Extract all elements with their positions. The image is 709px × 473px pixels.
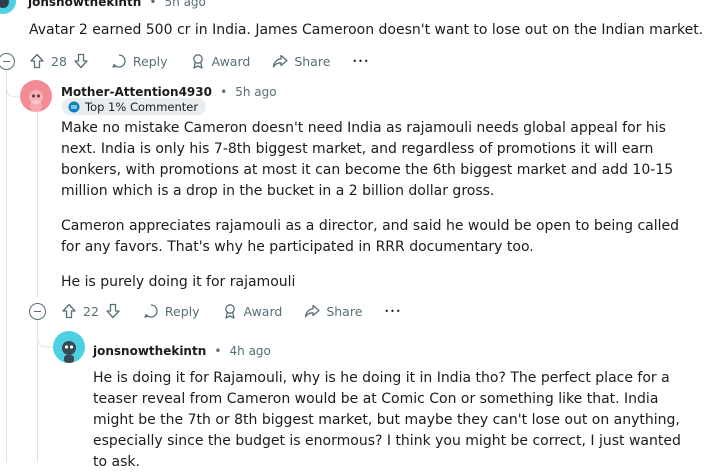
award-button[interactable]: Award (222, 303, 283, 319)
comment-author[interactable]: jonsnowthekintn (28, 0, 141, 9)
comment-time[interactable]: 5h ago (165, 0, 206, 9)
comment-body: Avatar 2 earned 500 cr in India. James C… (29, 22, 704, 38)
more-options-icon: ••• (352, 56, 370, 66)
comment-paragraph: He is purely doing it for rajamouli (61, 274, 296, 290)
avatar[interactable] (53, 331, 85, 363)
comment-author[interactable]: Mother-Attention4930 (61, 85, 212, 99)
share-label: Share (294, 53, 331, 69)
separator-dot: • (214, 344, 222, 358)
upvote-icon[interactable] (61, 303, 77, 319)
comment-author[interactable]: jonsnowthekintn (93, 344, 206, 358)
vote-group: 22 (61, 303, 121, 319)
thread-line-main (6, 70, 7, 462)
more-options-button[interactable]: ••• (384, 307, 401, 316)
collapse-thread-button[interactable] (0, 53, 15, 70)
award-icon (192, 54, 203, 69)
comment-actions-cut-off (60, 458, 260, 462)
avatar[interactable] (0, 0, 16, 14)
award-label: Award (211, 53, 251, 69)
comment-paragraph: Cameron appreciates rajamouli as a direc… (61, 218, 680, 255)
award-button[interactable]: Award (190, 53, 251, 69)
share-icon (273, 54, 288, 68)
thread-line-reply (37, 112, 38, 298)
reply-button[interactable]: Reply (111, 53, 168, 69)
top-commenter-badge[interactable]: Top 1% Commenter (62, 98, 207, 115)
comment-paragraph: Make no mistake Cameron doesn't need Ind… (61, 120, 674, 199)
comment-time[interactable]: 5h ago (235, 85, 276, 99)
comment-time[interactable]: 4h ago (230, 344, 271, 358)
comment-actions: 22 Reply Award Share ••• (61, 299, 424, 323)
share-button[interactable]: Share (272, 53, 330, 69)
comment-bubble-icon (144, 304, 158, 318)
reply-label: Reply (132, 53, 168, 69)
more-options-icon: ••• (384, 306, 402, 316)
separator-dot: • (149, 0, 157, 9)
share-icon (305, 304, 320, 318)
share-button[interactable]: Share (304, 303, 362, 319)
reply-button[interactable]: Reply (143, 303, 200, 319)
vote-count: 22 (83, 303, 99, 319)
vote-group: 28 (29, 53, 89, 69)
share-label: Share (326, 303, 363, 319)
downvote-icon[interactable] (73, 53, 89, 69)
reply-label: Reply (164, 303, 200, 319)
separator-dot: • (220, 85, 228, 99)
comment-bubble-icon (112, 54, 126, 68)
vote-count: 28 (51, 53, 67, 69)
award-label: Award (243, 303, 283, 319)
collapse-thread-button[interactable] (29, 303, 46, 320)
upvote-icon[interactable] (29, 53, 45, 69)
more-options-button[interactable]: ••• (352, 57, 369, 66)
contributor-badge-icon (68, 101, 80, 112)
comment-body: Make no mistake Cameron doesn't need Ind… (61, 118, 701, 307)
award-icon (224, 304, 235, 319)
comment-actions: 28 Reply Award Share ••• (29, 49, 392, 73)
badge-label: Top 1% Commenter (85, 99, 199, 114)
avatar[interactable] (20, 80, 52, 112)
downvote-icon[interactable] (105, 303, 121, 319)
